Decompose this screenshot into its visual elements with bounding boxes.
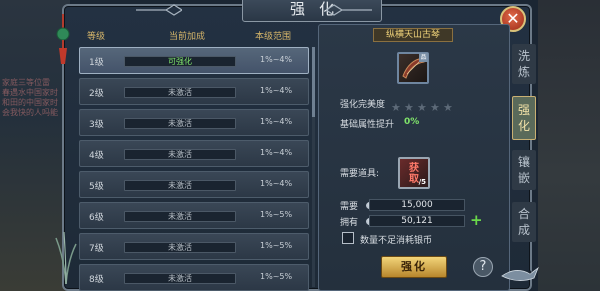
bonus-status: 未激活 xyxy=(124,211,236,222)
level-range: 1%~5% xyxy=(260,241,293,250)
level-label: 7级 xyxy=(89,244,104,254)
bonus-status: 未激活 xyxy=(124,118,236,129)
level-row-2[interactable]: 2级 未激活 1%~4% xyxy=(79,78,309,105)
attr-boost-label: 基础属性提升 xyxy=(340,120,395,130)
tab-qianghua[interactable]: 强化 xyxy=(513,102,535,134)
level-label: 5级 xyxy=(89,182,104,192)
bonus-status: 未激活 xyxy=(124,242,236,253)
background-right xyxy=(538,0,600,291)
level-row-7[interactable]: 7级 未激活 1%~5% xyxy=(79,233,309,260)
level-label: 1级 xyxy=(89,58,104,68)
add-currency-icon[interactable]: + xyxy=(470,213,483,228)
level-label: 4级 xyxy=(89,151,104,161)
level-label: 2级 xyxy=(89,89,104,99)
item-guqin-icon[interactable]: 品 xyxy=(397,52,429,84)
title-ornament-right xyxy=(326,4,372,16)
use-silver-label: 数量不足消耗银币 xyxy=(360,236,433,246)
level-list: 等级 当前加成 本级范围 1级 可强化 1%~4% 2级 未激活 1%~4% 3… xyxy=(79,26,309,291)
own-value: 50,121 xyxy=(369,215,465,227)
level-row-5[interactable]: 5级 未激活 1%~4% xyxy=(79,171,309,198)
list-scrollbar-thumb[interactable] xyxy=(312,47,315,117)
required-items-label: 需要道具: xyxy=(340,169,380,179)
star-icon: ★ xyxy=(443,101,453,114)
star-icon: ★ xyxy=(430,101,440,114)
tab-hecheng[interactable]: 合成 xyxy=(513,206,535,238)
need-value: 15,000 xyxy=(369,199,465,211)
level-row-1[interactable]: 1级 可强化 1%~4% xyxy=(79,47,309,74)
header-range: 本级范围 xyxy=(255,32,292,42)
own-label: 拥有 xyxy=(340,218,359,228)
level-label: 3级 xyxy=(89,120,104,130)
level-row-6[interactable]: 6级 未激活 1%~5% xyxy=(79,202,309,229)
level-range: 1%~4% xyxy=(260,86,293,95)
level-range: 1%~4% xyxy=(260,117,293,126)
strengthen-button[interactable]: 强化 xyxy=(381,256,447,278)
list-header: 等级 当前加成 本级范围 xyxy=(79,26,309,44)
help-icon[interactable]: ? xyxy=(473,257,493,277)
attr-boost-value: 0% xyxy=(404,117,420,127)
bonus-status: 未激活 xyxy=(124,87,236,98)
level-label: 6级 xyxy=(89,213,104,223)
required-item-qty: /5 xyxy=(418,178,426,186)
level-row-8[interactable]: 8级 未激活 1%~5% xyxy=(79,264,309,291)
star-icon: ★ xyxy=(417,101,427,114)
use-silver-checkbox[interactable] xyxy=(342,232,354,244)
star-icon: ★ xyxy=(391,101,401,114)
header-level: 等级 xyxy=(87,32,106,42)
level-range: 1%~5% xyxy=(260,272,293,281)
bonus-status: 未激活 xyxy=(124,273,236,284)
tassel-decoration-icon xyxy=(56,14,70,64)
orchid-decoration-icon xyxy=(55,231,77,284)
star-icon: ★ xyxy=(404,101,414,114)
bonus-status: 未激活 xyxy=(124,180,236,191)
item-quality-badge: 品 xyxy=(419,53,428,62)
title-ornament-left xyxy=(136,4,182,16)
perfection-stars: ★ ★ ★ ★ ★ xyxy=(391,96,456,115)
level-label: 8级 xyxy=(89,275,104,285)
bonus-status: 未激活 xyxy=(124,149,236,160)
level-row-3[interactable]: 3级 未激活 1%~4% xyxy=(79,109,309,136)
need-label: 需要 xyxy=(340,202,359,212)
header-bonus: 当前加成 xyxy=(169,32,206,42)
tab-xilian[interactable]: 洗炼 xyxy=(513,48,535,80)
item-name: 纵横天山古琴 xyxy=(373,28,453,42)
bonus-status: 可强化 xyxy=(124,56,236,67)
level-range: 1%~4% xyxy=(260,179,293,188)
bird-decoration-icon xyxy=(501,266,539,281)
perfection-label: 强化完美度 xyxy=(340,100,386,110)
level-row-4[interactable]: 4级 未激活 1%~4% xyxy=(79,140,309,167)
level-range: 1%~4% xyxy=(260,148,293,157)
tab-xiangqian[interactable]: 镶嵌 xyxy=(513,154,535,186)
level-range: 1%~4% xyxy=(260,55,293,64)
level-range: 1%~5% xyxy=(260,210,293,219)
background-chat-text: 家庭三等位雷 春遇水中国家时 和田的中国家时 会我快的人吗能 xyxy=(2,78,58,117)
required-item-icon[interactable]: 获 取 /5 xyxy=(398,157,430,189)
